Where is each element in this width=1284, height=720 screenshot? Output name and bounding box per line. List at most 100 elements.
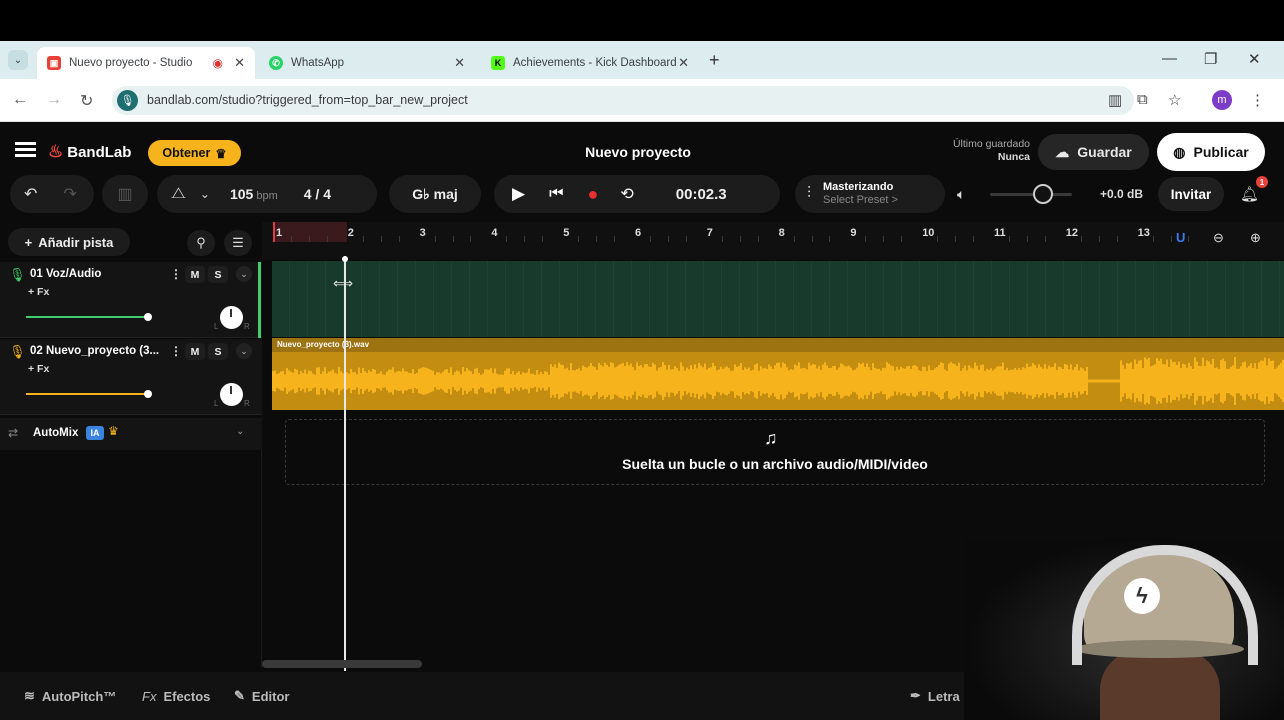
- track-volume-handle[interactable]: [144, 390, 152, 398]
- waveform-sample: [432, 370, 434, 392]
- zoom-out-icon[interactable]: ⊖: [1213, 230, 1224, 246]
- record-icon[interactable]: ●: [587, 184, 598, 205]
- zoom-in-icon[interactable]: ⊕: [1250, 230, 1261, 246]
- waveform-sample: [844, 366, 846, 396]
- reading-mode-icon[interactable]: ▥: [1108, 91, 1122, 109]
- autopitch-button[interactable]: ≋ AutoPitch™: [10, 682, 130, 710]
- track-settings-button[interactable]: ☰: [224, 230, 252, 256]
- waveform-sample: [1252, 367, 1254, 395]
- pan-knob[interactable]: [220, 383, 243, 406]
- waveform-sample: [454, 372, 456, 390]
- metronome-chevron-icon[interactable]: ⌄: [200, 187, 210, 201]
- effects-button[interactable]: Fx Efectos: [128, 682, 224, 710]
- new-tab-icon[interactable]: +: [709, 50, 720, 71]
- close-tab-icon[interactable]: ✕: [678, 55, 689, 71]
- close-window-icon[interactable]: ✕: [1248, 50, 1261, 68]
- track-volume-slider[interactable]: [26, 390, 152, 398]
- chevron-down-icon[interactable]: ⌄: [236, 266, 252, 282]
- tab-whatsapp[interactable]: ✆ WhatsApp ✕: [259, 47, 475, 79]
- mute-button[interactable]: M: [185, 266, 205, 283]
- reload-icon[interactable]: ↻: [80, 91, 93, 111]
- speaker-icon[interactable]: 🔈︎: [957, 186, 965, 203]
- bookmark-star-icon[interactable]: ☆: [1168, 91, 1181, 109]
- chevron-down-icon[interactable]: ⌄: [236, 426, 244, 437]
- invite-button[interactable]: Invitar: [1158, 177, 1224, 211]
- key-button[interactable]: G♭ maj: [389, 175, 481, 213]
- undo-icon[interactable]: ↶: [24, 184, 37, 204]
- site-info-icon[interactable]: 🎙: [117, 90, 138, 111]
- minimize-icon[interactable]: —: [1162, 50, 1177, 67]
- master-volume-knob[interactable]: [1033, 184, 1054, 204]
- tuning-fork-button[interactable]: ⚲: [187, 230, 215, 256]
- bandlab-logo[interactable]: ♨ BandLab: [48, 142, 131, 162]
- playhead[interactable]: [342, 256, 348, 671]
- save-button[interactable]: ☁ Guardar: [1038, 134, 1149, 170]
- restore-icon[interactable]: ❐: [1204, 50, 1217, 68]
- waveform-sample: [1064, 363, 1066, 399]
- track-lane-1[interactable]: [272, 261, 1284, 337]
- bell-icon[interactable]: 🔔︎: [1240, 185, 1259, 203]
- bar-number: 8: [778, 227, 785, 239]
- tab-kick[interactable]: K Achievements - Kick Dashboard ✕: [481, 47, 699, 79]
- loop-region[interactable]: [273, 222, 347, 242]
- waveform-sample: [666, 369, 668, 393]
- time-signature[interactable]: 4 / 4: [304, 186, 331, 202]
- forward-icon[interactable]: →: [46, 91, 62, 109]
- automix-row[interactable]: ⇄ AutoMix IA ♛ ⌄: [0, 418, 262, 450]
- project-title[interactable]: Nuevo proyecto: [538, 144, 738, 160]
- solo-button[interactable]: S: [208, 266, 228, 283]
- publish-button[interactable]: ◍ Publicar: [1157, 133, 1265, 171]
- drop-zone[interactable]: ♫ Suelta un bucle o un archivo audio/MID…: [285, 419, 1265, 485]
- waveform-sample: [874, 367, 876, 395]
- waveform-sample: [1134, 359, 1136, 403]
- waveform-sample: [864, 366, 866, 396]
- mute-button[interactable]: M: [185, 343, 205, 360]
- close-tab-icon[interactable]: ✕: [234, 55, 245, 71]
- timeline-ruler[interactable]: U ⊖ ⊕ 1 2 3 4 5 6 7 8 9 10 11 12 13: [262, 222, 1284, 260]
- close-tab-icon[interactable]: ✕: [454, 55, 465, 71]
- track-name[interactable]: 01 Voz/Audio: [30, 268, 101, 280]
- track-volume-handle[interactable]: [144, 313, 152, 321]
- keyboard-button[interactable]: ▥: [102, 175, 148, 213]
- horizontal-scrollbar[interactable]: [262, 660, 422, 668]
- add-fx-button[interactable]: + Fx: [28, 286, 49, 298]
- waveform-sample: [1010, 369, 1012, 393]
- snap-magnet-icon[interactable]: U: [1176, 230, 1185, 245]
- track-row-2[interactable]: 🎙︎ 02 Nuevo_proyecto (3... ⋮ M S ⌄ + Fx …: [0, 339, 262, 415]
- waveform-sample: [1276, 367, 1278, 395]
- tab-studio[interactable]: ▣ Nuevo proyecto - Studio ◉ ✕: [37, 47, 255, 79]
- master-volume-slider[interactable]: [990, 193, 1072, 196]
- editor-button[interactable]: ✎ Editor: [220, 682, 303, 710]
- add-fx-button[interactable]: + Fx: [28, 363, 49, 375]
- track-name[interactable]: 02 Nuevo_proyecto (3...: [30, 345, 159, 357]
- cast-icon[interactable]: ⧉: [1137, 91, 1148, 108]
- add-track-button[interactable]: + Añadir pista: [8, 228, 130, 256]
- audio-clip[interactable]: Nuevo_proyecto (3).wav: [272, 338, 1284, 410]
- tab-label: Nuevo proyecto - Studio: [69, 57, 193, 69]
- pan-knob[interactable]: [220, 306, 243, 329]
- back-icon[interactable]: ←: [12, 91, 28, 109]
- solo-button[interactable]: S: [208, 343, 228, 360]
- mastering-button[interactable]: ⫶ Masterizando Select Preset >: [795, 175, 945, 213]
- hamburger-menu-icon[interactable]: [15, 142, 36, 157]
- track-options-icon[interactable]: ⋮: [170, 344, 182, 358]
- tab-search-chevron-icon[interactable]: ⌄: [8, 50, 28, 70]
- play-icon[interactable]: ▶: [512, 184, 525, 204]
- track-row-1[interactable]: 🎙︎ 01 Voz/Audio ⋮ M S ⌄ + Fx L R: [0, 262, 262, 338]
- obtener-button[interactable]: Obtener ♛: [148, 140, 241, 166]
- chevron-down-icon[interactable]: ⌄: [236, 343, 252, 359]
- track-options-icon[interactable]: ⋮: [170, 267, 182, 281]
- lyrics-button[interactable]: ✒ Letra: [896, 682, 974, 710]
- redo-icon[interactable]: ↷: [63, 184, 76, 204]
- skip-to-start-icon[interactable]: ⏮: [549, 185, 563, 203]
- waveform-sample: [710, 367, 712, 395]
- loop-icon[interactable]: ⟲: [620, 184, 633, 204]
- waveform-sample: [1272, 360, 1274, 402]
- profile-avatar[interactable]: m: [1212, 90, 1232, 110]
- track-volume-slider[interactable]: [26, 313, 152, 321]
- metronome-icon[interactable]: ⧍: [171, 185, 186, 203]
- omnibox[interactable]: 🎙 bandlab.com/studio?triggered_from=top_…: [112, 86, 1134, 115]
- menu-kebab-icon[interactable]: ⋮: [1250, 91, 1265, 109]
- waveform-sample: [510, 373, 512, 389]
- bpm-display[interactable]: 105 bpm: [230, 186, 278, 202]
